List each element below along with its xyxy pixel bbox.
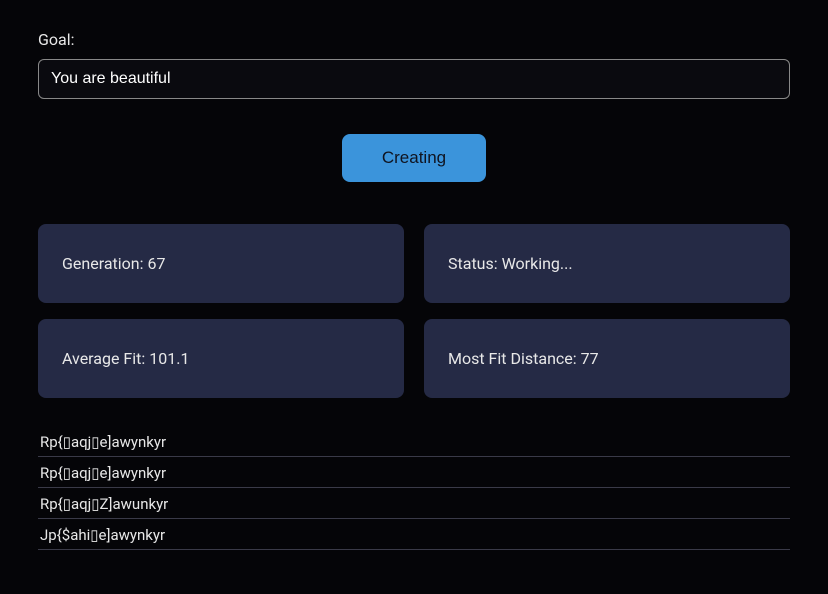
stat-avg-fit: Average Fit: 101.1 [38, 319, 404, 398]
stat-status: Status: Working... [424, 224, 790, 303]
population-item: Rp{▯aqj▯e]awynkyr [38, 457, 790, 488]
population-list: Rp{▯aqj▯e]awynkyr Rp{▯aqj▯e]awynkyr Rp{▯… [38, 426, 790, 550]
stat-most-fit-text: Most Fit Distance: 77 [448, 349, 599, 368]
goal-input[interactable] [38, 59, 790, 99]
population-item: Jp{$ahi▯e]awynkyr [38, 519, 790, 550]
create-button[interactable]: Creating [342, 134, 486, 182]
population-item: Rp{▯aqj▯e]awynkyr [38, 426, 790, 457]
stat-most-fit: Most Fit Distance: 77 [424, 319, 790, 398]
stats-grid: Generation: 67 Status: Working... Averag… [38, 224, 790, 398]
button-row: Creating [38, 134, 790, 182]
goal-label: Goal: [38, 30, 790, 49]
goal-section: Goal: [38, 30, 790, 99]
stat-avg-fit-text: Average Fit: 101.1 [62, 349, 189, 368]
stat-generation-text: Generation: 67 [62, 254, 165, 273]
stat-generation: Generation: 67 [38, 224, 404, 303]
population-item: Rp{▯aqj▯Z]awunkyr [38, 488, 790, 519]
stat-status-text: Status: Working... [448, 254, 573, 273]
